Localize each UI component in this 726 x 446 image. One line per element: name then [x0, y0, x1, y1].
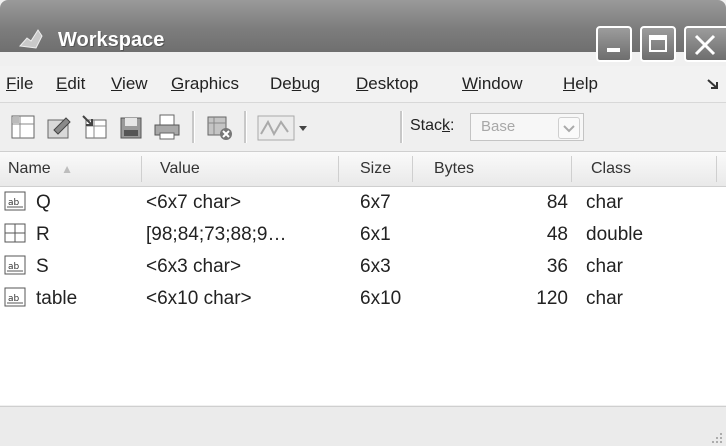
stack-select[interactable]: Base: [470, 113, 584, 141]
status-bar: [0, 406, 726, 446]
cell-class: char: [586, 256, 623, 277]
toolbar-separator: [244, 111, 247, 143]
menu-debug[interactable]: Debug: [270, 74, 320, 94]
window-title: Workspace: [58, 29, 165, 51]
cell-class: double: [586, 224, 644, 245]
menu-window[interactable]: Window: [462, 74, 522, 94]
column-divider[interactable]: [338, 156, 339, 182]
column-divider[interactable]: [141, 156, 142, 182]
char-array-icon: ab: [4, 191, 26, 211]
cell-bytes: 36: [546, 256, 568, 277]
workspace-window: Workspace File Edit View Graphics Debug …: [0, 0, 726, 446]
column-header-class[interactable]: Class: [591, 160, 631, 178]
numeric-array-icon: [4, 223, 26, 243]
cell-value: [98;84;73;88;9…: [146, 224, 287, 245]
cell-value: <6x7 char>: [146, 192, 242, 213]
resize-grip-icon[interactable]: [710, 431, 724, 445]
table-row[interactable]: ab Q <6x7 char> 6x7 84 char: [0, 187, 726, 219]
menu-help[interactable]: Help: [563, 74, 598, 94]
cell-name: S: [36, 256, 49, 277]
workspace-table-body: ab Q <6x7 char> 6x7 84 char R [98;84;73;…: [0, 187, 726, 405]
maximize-button[interactable]: [640, 26, 676, 62]
column-header-name[interactable]: Name ▲: [8, 160, 73, 178]
table-header: Name ▲ Value Size Bytes Class: [0, 152, 726, 187]
column-header-bytes[interactable]: Bytes: [434, 160, 474, 178]
table-row[interactable]: ab S <6x3 char> 6x3 36 char: [0, 251, 726, 283]
column-header-size[interactable]: Size: [360, 160, 391, 178]
close-button[interactable]: [684, 26, 726, 62]
delete-variable-icon[interactable]: [204, 112, 234, 142]
column-divider[interactable]: [412, 156, 413, 182]
dock-arrow-icon[interactable]: [706, 76, 720, 96]
menu-bar: File Edit View Graphics Debug Desktop Wi…: [0, 66, 726, 103]
cell-bytes: 48: [546, 224, 568, 245]
cell-bytes: 84: [546, 192, 568, 213]
cell-class: char: [586, 192, 623, 213]
stack-select-value: Base: [481, 118, 516, 135]
menu-desktop[interactable]: Desktop: [356, 74, 418, 94]
char-array-icon: ab: [4, 255, 26, 275]
cell-size: 6x10: [360, 288, 402, 309]
column-header-value[interactable]: Value: [160, 160, 200, 178]
column-divider[interactable]: [571, 156, 572, 182]
cell-class: char: [586, 288, 623, 309]
print-icon[interactable]: [152, 112, 182, 142]
table-row[interactable]: ab table <6x10 char> 6x10 120 char: [0, 283, 726, 315]
toolbar-separator: [400, 111, 403, 143]
title-bar[interactable]: Workspace: [0, 0, 726, 62]
cell-value: <6x10 char>: [146, 288, 252, 309]
char-array-icon: ab: [4, 287, 26, 307]
cell-size: 6x3: [360, 256, 391, 277]
toolbar: Stack: Base: [0, 103, 726, 152]
new-variable-icon[interactable]: [8, 112, 38, 142]
plot-selection-icon[interactable]: [256, 112, 296, 142]
sort-ascending-icon: ▲: [61, 162, 74, 176]
minimize-button[interactable]: [596, 26, 632, 62]
cell-bytes: 120: [536, 288, 568, 309]
save-workspace-icon[interactable]: [116, 112, 146, 142]
import-data-icon[interactable]: [80, 112, 110, 142]
cell-name: table: [36, 288, 78, 309]
open-selection-icon[interactable]: [44, 112, 74, 142]
cell-name: R: [36, 224, 50, 245]
column-divider[interactable]: [716, 156, 717, 182]
menu-graphics[interactable]: Graphics: [171, 74, 239, 94]
toolbar-separator: [192, 111, 195, 143]
cell-size: 6x1: [360, 224, 391, 245]
matlab-logo-icon: [18, 28, 44, 50]
menu-view[interactable]: View: [111, 74, 148, 94]
stack-label: Stack:: [410, 117, 455, 134]
plot-dropdown-icon[interactable]: [296, 112, 310, 142]
cell-name: Q: [36, 192, 51, 213]
menu-file[interactable]: File: [6, 74, 33, 94]
cell-size: 6x7: [360, 192, 391, 213]
cell-value: <6x3 char>: [146, 256, 242, 277]
table-row[interactable]: R [98;84;73;88;9… 6x1 48 double: [0, 219, 726, 251]
chevron-down-icon[interactable]: [558, 117, 580, 139]
menu-edit[interactable]: Edit: [56, 74, 85, 94]
